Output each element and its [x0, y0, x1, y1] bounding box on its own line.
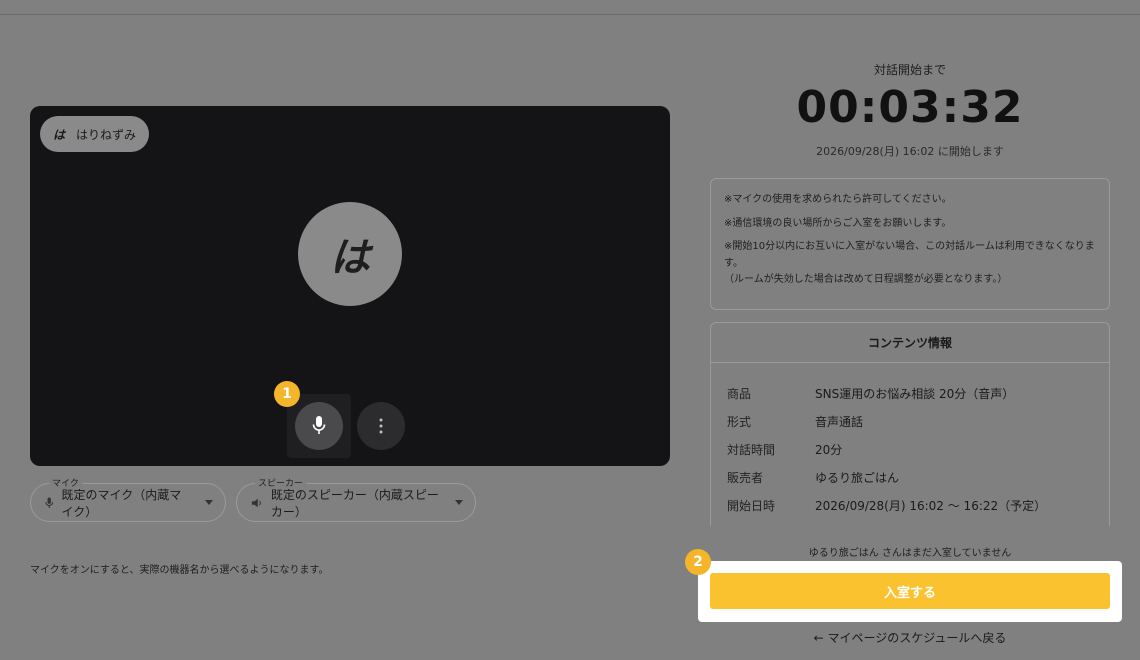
content-info-title: コンテンツ情報 [711, 323, 1109, 363]
participant-name: はりねずみ [76, 127, 137, 142]
enter-button-highlight: 入室する [698, 561, 1122, 622]
microphone-icon [312, 416, 326, 434]
row-key: 販売者 [727, 470, 764, 485]
row-value: 2026/09/28(月) 16:02 〜 16:22（予定） [815, 498, 1047, 513]
speaker-select[interactable]: スピーカー 既定のスピーカー（内蔵スピーカー） [236, 476, 476, 522]
video-panel: は はりねずみ は [30, 106, 670, 466]
participant-initial: は [52, 127, 65, 142]
row-key: 開始日時 [727, 498, 776, 513]
table-row: 販売者 ゆるり旅ごはん [727, 463, 1046, 491]
row-key: 形式 [727, 414, 752, 429]
participant-name-chip: は はりねずみ [40, 116, 150, 152]
content-info-table: 商品 SNS運用のお悩み相談 20分（音声） 形式 音声通話 対話時間 20分 … [727, 379, 1046, 519]
notice-line: （ルームが失効した場合は改めて日程調整が必要となります。） [724, 274, 1008, 285]
enter-room-button[interactable]: 入室する [710, 573, 1110, 609]
notice-line: ※通信環境の良い場所からご入室をお願いします。 [724, 217, 952, 229]
row-value: 20分 [815, 442, 843, 457]
countdown-timer: 00:03:32 [796, 82, 1024, 133]
table-row: 商品 SNS運用のお悩み相談 20分（音声） [727, 379, 1046, 407]
more-vertical-icon [379, 418, 383, 434]
top-divider [0, 14, 1140, 15]
more-options-button[interactable] [357, 402, 405, 450]
notice-box: ※マイクの使用を求められたら許可してください。 ※通信環境の良い場所からご入室を… [710, 178, 1110, 310]
speaker-select-label: スピーカー [255, 476, 307, 489]
step-badge-2: 2 [685, 549, 711, 575]
back-to-schedule-link[interactable]: ← マイページのスケジュールへ戻る [710, 629, 1110, 646]
table-row: 形式 音声通話 [727, 407, 1046, 435]
table-row: 対話時間 20分 [727, 435, 1046, 463]
chevron-down-icon [205, 500, 213, 505]
avatar: は [298, 202, 402, 306]
mic-button-highlight [287, 394, 351, 458]
content-info-panel: コンテンツ情報 商品 SNS運用のお悩み相談 20分（音声） 形式 音声通話 対… [710, 322, 1110, 526]
row-value: SNS運用のお悩み相談 20分（音声） [815, 386, 1015, 401]
mic-select-label: マイク [49, 476, 82, 489]
countdown-label: 対話開始まで [873, 63, 946, 77]
speaker-icon [251, 498, 261, 507]
mic-note: マイクをオンにすると、実際の機器名から選べるようになります。 [30, 565, 329, 576]
row-key: 対話時間 [727, 442, 776, 457]
mic-select-value: 既定のマイク（内蔵マイク） [61, 487, 182, 519]
mic-select[interactable]: マイク 既定のマイク（内蔵マイク） [30, 476, 226, 522]
table-row: 開始日時 2026/09/28(月) 16:02 〜 16:22（予定） [727, 491, 1046, 519]
speaker-select-value: 既定のスピーカー（内蔵スピーカー） [270, 487, 439, 519]
step-badge-1: 1 [274, 381, 300, 407]
notice-line: ※マイクの使用を求められたら許可してください。 [724, 194, 952, 205]
mic-toggle-button[interactable] [295, 402, 343, 450]
waiting-status: ゆるり旅ごはん さんはまだ入室していません [808, 548, 1012, 559]
start-datetime-text: 2026/09/28(月) 16:02 に開始します [816, 145, 1004, 158]
microphone-icon [45, 497, 54, 508]
row-value: 音声通話 [815, 414, 864, 429]
row-value: ゆるり旅ごはん [815, 470, 900, 485]
chevron-down-icon [455, 500, 463, 505]
notice-line: ※開始10分以内にお互いに入室がない場合、この対話ルームは利用できなくなります。 [724, 241, 1095, 269]
row-key: 商品 [727, 386, 752, 401]
